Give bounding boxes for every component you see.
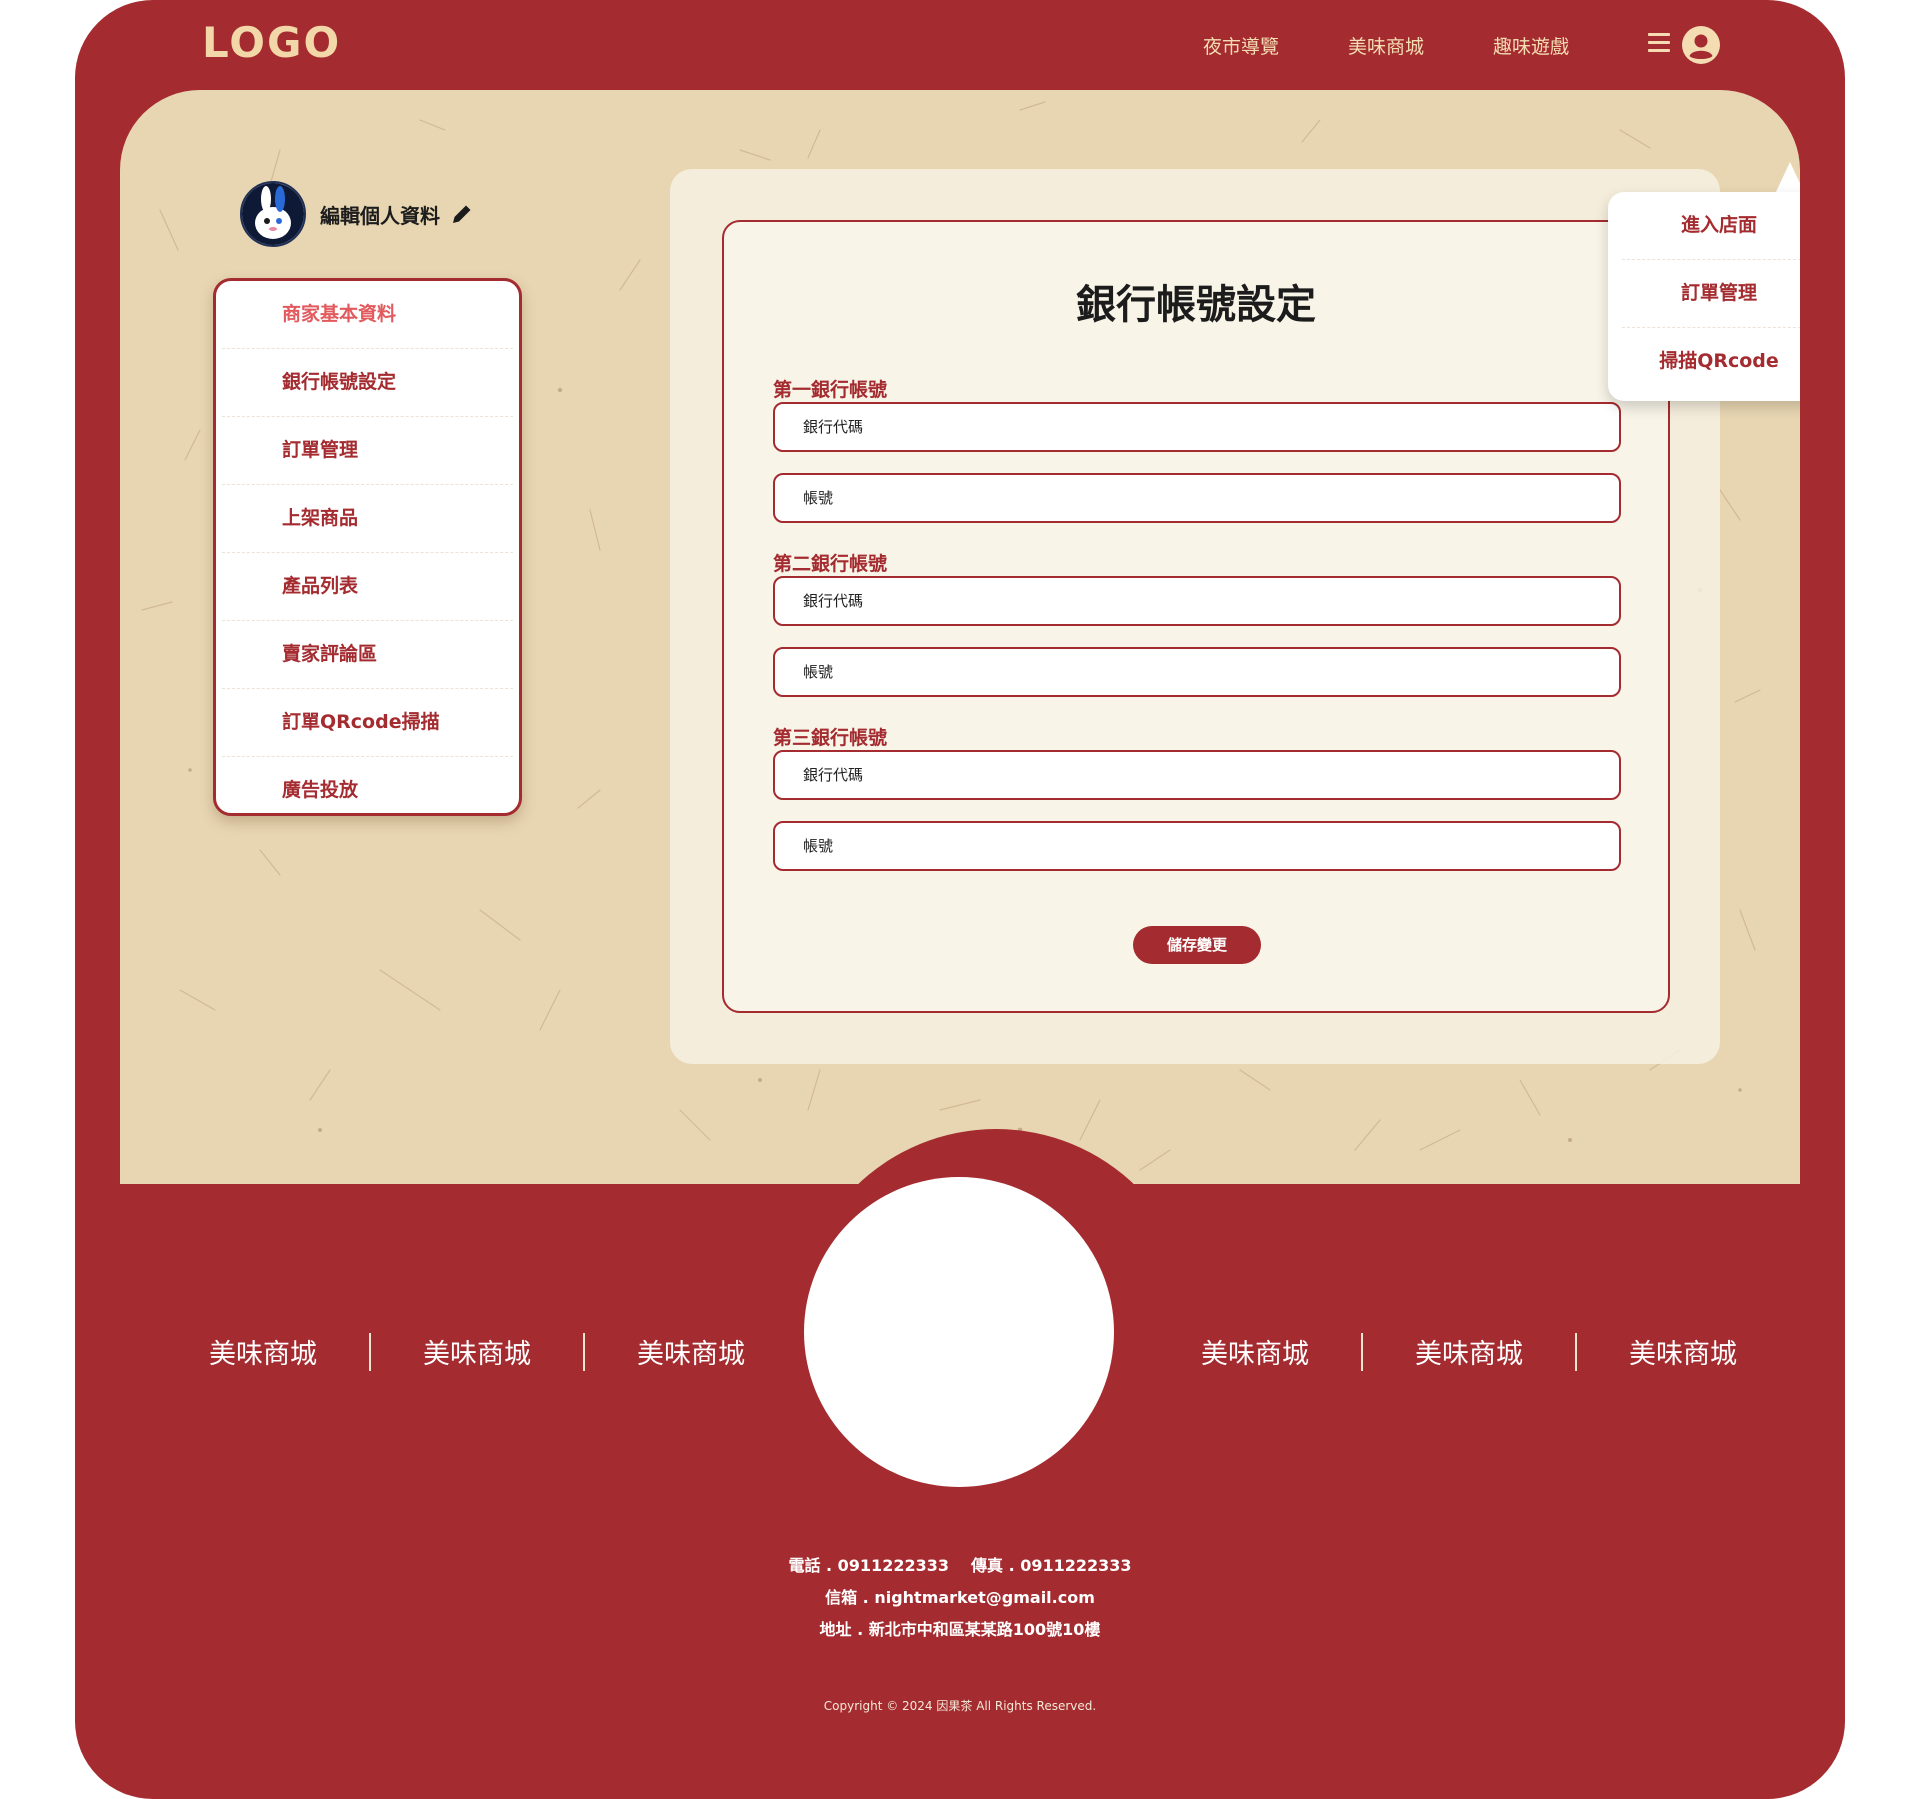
dropdown-item-order-management[interactable]: 訂單管理 [1622,260,1800,328]
bank-code-field-3[interactable]: 銀行代碼 [773,750,1621,800]
footer-link[interactable]: 美味商城 [1363,1332,1575,1371]
user-dropdown-menu: 進入店面 訂單管理 掃描QRcode [1608,192,1800,401]
contact-fax: 傳真 . 0911222333 [971,1556,1132,1575]
sidebar-item-product-list[interactable]: 產品列表 [222,553,513,621]
edit-profile-label[interactable]: 編輯個人資料 [320,200,440,229]
top-nav: 夜市導覽 美味商城 趣味遊戲 [1203,32,1638,59]
group-label-2: 第二銀行帳號 [773,553,888,575]
menu-icon[interactable] [1648,33,1670,52]
sidebar-item-seller-reviews[interactable]: 賣家評論區 [222,621,513,689]
pencil-icon[interactable] [450,202,474,226]
user-avatar-icon[interactable] [1682,26,1720,64]
form-title: 銀行帳號設定 [1076,282,1316,328]
main-content: 編輯個人資料 商家基本資料 銀行帳號設定 訂單管理 上架商品 產品列表 賣家評論… [120,90,1800,1184]
copyright: Copyright © 2024 因果茶 All Rights Reserved… [823,1699,1097,1713]
footer-link[interactable]: 美味商城 [585,1332,797,1371]
dropdown-item-enter-store[interactable]: 進入店面 [1622,192,1800,260]
rabbit-avatar-icon [242,183,304,245]
dropdown-arrow [1775,162,1800,194]
footer-link[interactable]: 美味商城 [371,1332,583,1371]
profile-avatar[interactable] [240,181,306,247]
nav-fun-games[interactable]: 趣味遊戲 [1493,32,1569,59]
sidebar-item-orders[interactable]: 訂單管理 [222,417,513,485]
account-field-3[interactable]: 帳號 [773,821,1621,871]
account-field-2[interactable]: 帳號 [773,647,1621,697]
contact-phone: 電話 . 0911222333 [788,1556,949,1575]
bank-code-field-2[interactable]: 銀行代碼 [773,576,1621,626]
contact-address: 地址 . 新北市中和區某某路100號10樓 [819,1620,1101,1639]
footer-logo-circle [804,1177,1114,1487]
sidebar-item-list-product[interactable]: 上架商品 [222,485,513,553]
page-frame: LOGO 夜市導覽 美味商城 趣味遊戲 編輯個人資料 商家基本資料 銀行帳號設定… [75,0,1845,1799]
group-label-3: 第三銀行帳號 [773,727,888,749]
sidebar-item-advertising[interactable]: 廣告投放 [222,757,513,824]
logo[interactable]: LOGO [202,18,341,67]
footer-nav-left: 美味商城 美味商城 美味商城 [157,1332,797,1371]
sidebar-item-bank-account[interactable]: 銀行帳號設定 [222,349,513,417]
footer-link[interactable]: 美味商城 [1577,1332,1789,1371]
nav-night-market-guide[interactable]: 夜市導覽 [1203,32,1279,59]
sidebar-item-qrcode-scan[interactable]: 訂單QRcode掃描 [222,689,513,757]
footer-link[interactable]: 美味商城 [157,1332,369,1371]
footer-link[interactable]: 美味商城 [1149,1332,1361,1371]
profile-header: 編輯個人資料 [240,181,474,247]
bank-account-form: 銀行帳號設定 第一銀行帳號 銀行代碼 帳號 第二銀行帳號 銀行代碼 帳號 第三銀… [722,220,1670,1013]
bank-code-field-1[interactable]: 銀行代碼 [773,402,1621,452]
nav-food-mall[interactable]: 美味商城 [1348,32,1424,59]
dropdown-item-scan-qrcode[interactable]: 掃描QRcode [1622,328,1800,395]
group-label-1: 第一銀行帳號 [773,379,888,401]
footer-nav-right: 美味商城 美味商城 美味商城 [1149,1332,1789,1371]
sidebar-menu: 商家基本資料 銀行帳號設定 訂單管理 上架商品 產品列表 賣家評論區 訂單QRc… [213,278,522,816]
contact-email[interactable]: 信箱 . nightmarket@gmail.com [75,1584,1845,1608]
save-changes-button[interactable]: 儲存變更 [1133,926,1261,964]
account-field-1[interactable]: 帳號 [773,473,1621,523]
sidebar-item-basic-info[interactable]: 商家基本資料 [222,281,513,349]
contact-phone-fax: 電話 . 0911222333 傳真 . 0911222333 [75,1552,1845,1576]
